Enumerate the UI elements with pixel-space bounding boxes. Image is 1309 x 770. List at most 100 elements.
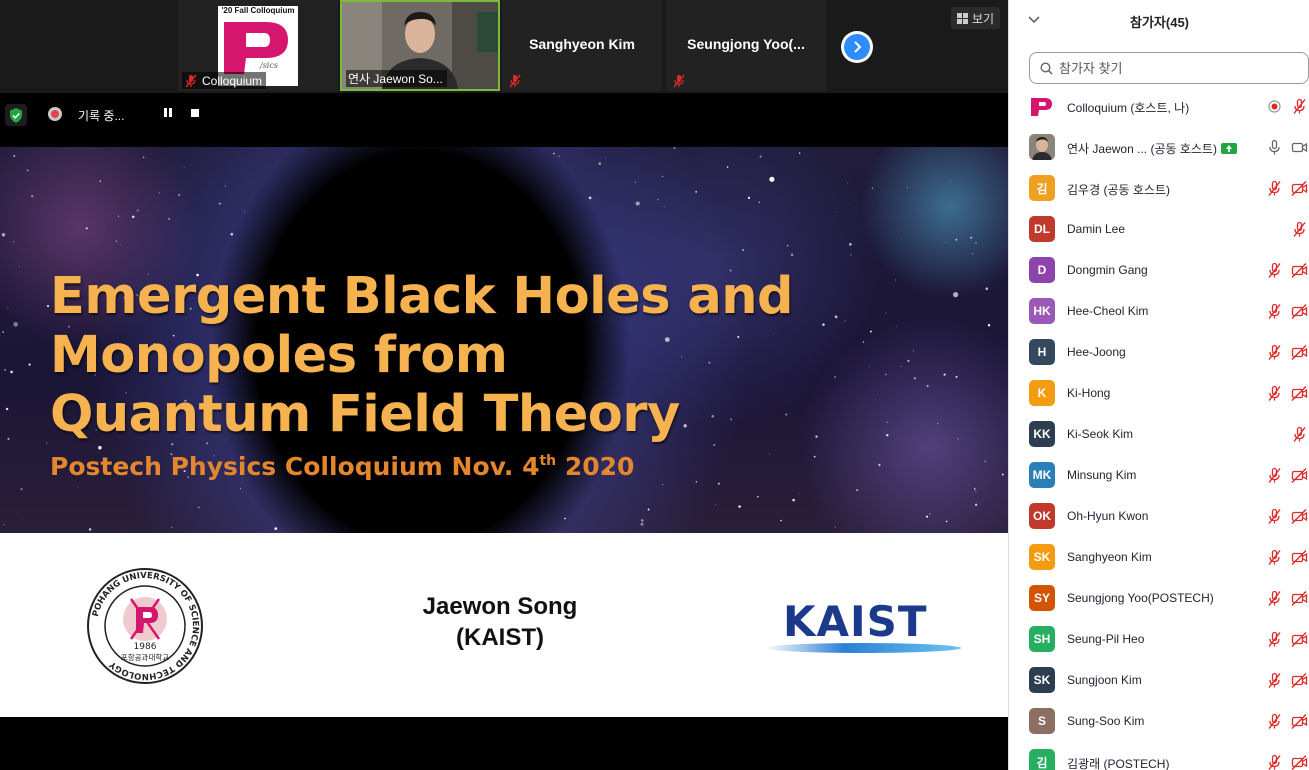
slide-subtitle-ordinal: th	[539, 453, 557, 469]
participant-row[interactable]: SH Seung-Pil Heo	[1009, 619, 1309, 660]
speaker-credit: Jaewon Song (KAIST)	[380, 591, 620, 653]
video-off-icon[interactable]	[1291, 344, 1308, 361]
video-thumbnail-seungjong[interactable]: Seungjong Yoo(...	[666, 0, 826, 91]
seal-year: 1986	[134, 642, 157, 652]
video-thumbnail-speaker[interactable]: 연사 Jaewon So...	[340, 0, 500, 91]
participant-row[interactable]: 연사 Jaewon ... (공동 호스트)	[1009, 127, 1309, 168]
video-off-icon[interactable]	[1291, 508, 1308, 525]
mic-on-icon[interactable]	[1266, 139, 1283, 156]
view-toggle-button[interactable]: 보기	[951, 7, 1001, 29]
mic-off-icon[interactable]	[1266, 754, 1283, 770]
participant-row[interactable]: OK Oh-Hyun Kwon	[1009, 496, 1309, 537]
participant-row[interactable]: S Sung-Soo Kim	[1009, 701, 1309, 742]
participant-row[interactable]: D Dongmin Gang	[1009, 250, 1309, 291]
thumbnail-caption: Colloquium	[182, 72, 267, 89]
chevron-right-icon	[844, 34, 870, 60]
participant-status-icons	[1266, 139, 1308, 156]
video-off-icon[interactable]	[1291, 262, 1308, 279]
mic-off-icon[interactable]	[1266, 631, 1283, 648]
video-thumbnail-colloquium[interactable]: /sics '20 Fall Colloquium Colloquium	[178, 0, 338, 91]
mic-off-icon[interactable]	[1266, 180, 1283, 197]
avatar: KK	[1029, 421, 1055, 447]
mic-off-icon[interactable]	[1266, 590, 1283, 607]
mic-off-icon[interactable]	[1266, 713, 1283, 730]
avatar	[1029, 134, 1055, 160]
video-off-icon[interactable]	[1291, 180, 1308, 197]
video-thumbnail-strip: /sics '20 Fall Colloquium Colloquium 연사 …	[0, 0, 1008, 93]
participant-name-text: 연사 Jaewon ... (공동 호스트)	[1067, 142, 1217, 156]
recording-indicator-icon	[48, 107, 62, 121]
participant-row[interactable]: K Ki-Hong	[1009, 373, 1309, 414]
participant-search-input[interactable]	[1059, 60, 1279, 76]
participant-row[interactable]: SK Sanghyeon Kim	[1009, 537, 1309, 578]
participant-row[interactable]: KK Ki-Seok Kim	[1009, 414, 1309, 455]
recording-bar: 기록 중...	[0, 95, 1008, 135]
participant-name-text: Damin Lee	[1067, 222, 1126, 236]
avatar: OK	[1029, 503, 1055, 529]
participant-status-icons	[1266, 549, 1308, 566]
mic-off-icon[interactable]	[1291, 98, 1308, 115]
participant-name: 연사 Jaewon ... (공동 호스트)	[1067, 140, 1237, 157]
video-thumbnail-sanghyeon[interactable]: Sanghyeon Kim	[502, 0, 662, 91]
slide-title-line-1: Emergent Black Holes and	[50, 267, 794, 326]
participant-name: Colloquium (호스트, 나)	[1067, 99, 1189, 116]
seal-korean-text: 포항공과대학교	[121, 652, 169, 662]
participant-status-icons	[1266, 672, 1308, 689]
video-off-icon[interactable]	[1291, 467, 1308, 484]
participant-row[interactable]: DL Damin Lee	[1009, 209, 1309, 250]
mic-off-icon[interactable]	[1291, 426, 1308, 443]
slide-title: Emergent Black Holes and Monopoles from …	[50, 267, 794, 444]
mic-off-icon[interactable]	[1266, 344, 1283, 361]
mic-off-icon[interactable]	[1266, 262, 1283, 279]
video-off-icon[interactable]	[1291, 549, 1308, 566]
participant-row[interactable]: MK Minsung Kim	[1009, 455, 1309, 496]
participant-name: Sungjoon Kim	[1067, 673, 1142, 687]
participant-row[interactable]: 김 김광래 (POSTECH)	[1009, 742, 1309, 770]
grid-view-icon	[957, 12, 968, 24]
mic-off-icon[interactable]	[1291, 221, 1308, 238]
mic-off-icon[interactable]	[1266, 303, 1283, 320]
participant-row[interactable]: SK Sungjoon Kim	[1009, 660, 1309, 701]
next-page-button[interactable]	[841, 31, 873, 63]
slide-blackhole-background: Emergent Black Holes and Monopoles from …	[0, 147, 1008, 533]
participant-name-text: 김광래 (POSTECH)	[1067, 757, 1170, 770]
avatar: DL	[1029, 216, 1055, 242]
speaker-name: Jaewon Song	[422, 593, 578, 620]
video-off-icon[interactable]	[1291, 672, 1308, 689]
participant-status-icons	[1266, 467, 1308, 484]
participant-name: Dongmin Gang	[1067, 263, 1148, 277]
participant-name: Hee-Cheol Kim	[1067, 304, 1148, 318]
video-off-icon[interactable]	[1291, 385, 1308, 402]
mic-off-icon[interactable]	[1266, 672, 1283, 689]
shared-screen-slide: Emergent Black Holes and Monopoles from …	[0, 147, 1008, 717]
mic-off-icon[interactable]	[1266, 549, 1283, 566]
participant-name-text: Hee-Joong	[1067, 345, 1126, 359]
participant-name-text: 김우경 (공동 호스트)	[1067, 183, 1170, 197]
avatar: D	[1029, 257, 1055, 283]
video-off-icon[interactable]	[1291, 754, 1308, 770]
participant-row[interactable]: Colloquium (호스트, 나)	[1009, 86, 1309, 127]
mic-off-icon[interactable]	[1266, 467, 1283, 484]
avatar: S	[1029, 708, 1055, 734]
stop-recording-button[interactable]	[191, 109, 199, 117]
participant-name-text: Minsung Kim	[1067, 468, 1137, 482]
pause-recording-button[interactable]	[164, 108, 174, 119]
participant-name-text: Dongmin Gang	[1067, 263, 1148, 277]
video-on-icon[interactable]	[1291, 139, 1308, 156]
video-off-icon[interactable]	[1291, 590, 1308, 607]
participant-search-box[interactable]	[1029, 52, 1309, 84]
participant-row[interactable]: HK Hee-Cheol Kim	[1009, 291, 1309, 332]
avatar	[1029, 93, 1055, 119]
mic-off-icon[interactable]	[1266, 385, 1283, 402]
video-off-icon[interactable]	[1291, 631, 1308, 648]
video-off-icon[interactable]	[1291, 303, 1308, 320]
participant-row[interactable]: SY Seungjong Yoo(POSTECH)	[1009, 578, 1309, 619]
recording-status-label: 기록 중...	[78, 109, 125, 123]
participant-row[interactable]: 김 김우경 (공동 호스트)	[1009, 168, 1309, 209]
security-shield-icon[interactable]	[5, 104, 27, 126]
video-off-icon[interactable]	[1291, 713, 1308, 730]
view-toggle-label: 보기	[972, 11, 995, 26]
mic-off-icon[interactable]	[1266, 508, 1283, 525]
participant-row[interactable]: H Hee-Joong	[1009, 332, 1309, 373]
participant-status-icons	[1291, 426, 1308, 443]
